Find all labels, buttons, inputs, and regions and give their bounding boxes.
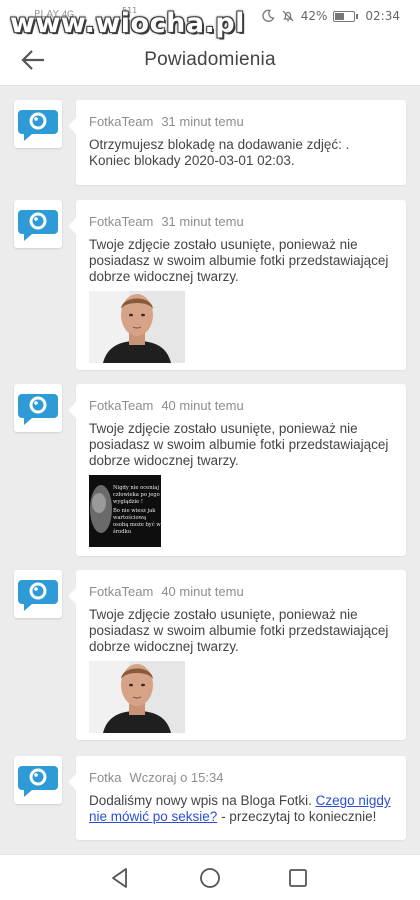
- notification-card[interactable]: Fotka Wczoraj o 15:34 Dodaliśmy nowy wpis…: [68, 756, 406, 840]
- system-nav-bar: [0, 854, 420, 900]
- mute-bell-icon: [282, 10, 294, 22]
- fotka-logo-icon: [18, 110, 58, 141]
- quote-photo-image: Nigdy nie oceniaj człowieka po jego wygl…: [89, 475, 161, 547]
- page-title: Powiadomienia: [144, 49, 276, 70]
- notification-message: Otrzymujesz blokadę na dodawanie zdjęć: …: [89, 137, 350, 168]
- removed-photo-thumbnail[interactable]: [89, 291, 185, 363]
- notifications-list[interactable]: FotkaTeam 31 minut temu Otrzymujesz bloka…: [0, 86, 420, 854]
- notification-card[interactable]: FotkaTeam 31 minut temu Otrzymujesz bloka…: [68, 100, 406, 185]
- nav-back-button[interactable]: [106, 864, 134, 892]
- notification-time: 31 minut temu: [161, 114, 244, 129]
- notification-message: Twoje zdjęcie zostało usunięte, ponieważ…: [89, 421, 389, 468]
- portrait-photo-image: [89, 661, 185, 733]
- back-triangle-icon: [112, 868, 127, 888]
- message-text-after: - przeczytaj to koniecznie!: [217, 809, 377, 824]
- removed-photo-thumbnail[interactable]: [89, 661, 185, 733]
- app-header: Powiadomienia: [0, 34, 420, 86]
- fotka-logo-icon: [18, 210, 58, 241]
- svg-text:osobą może być w: osobą może być w: [113, 521, 161, 528]
- fotka-logo-avatar: [14, 100, 62, 148]
- status-icons: 42% 02:34: [261, 9, 400, 23]
- watermark-logo: www.wiocha.pl: [10, 8, 245, 39]
- notification-meta: FotkaTeam 31 minut temu: [89, 114, 392, 129]
- fotka-logo-icon: [18, 580, 58, 611]
- nav-recents-button[interactable]: [284, 864, 312, 892]
- moon-icon: [262, 9, 275, 22]
- battery-level-fill: [335, 12, 344, 20]
- recents-square-icon: [289, 869, 307, 887]
- svg-text:człowieka po jego: człowieka po jego: [113, 492, 160, 498]
- notification-message: Twoje zdjęcie zostało usunięte, ponieważ…: [89, 237, 389, 284]
- svg-text:wartościową: wartościową: [113, 514, 146, 521]
- svg-text:wyglądzie !: wyglądzie !: [113, 499, 143, 505]
- sender-name: FotkaTeam: [89, 584, 154, 599]
- clock: 02:34: [365, 9, 400, 23]
- notification-message: Dodaliśmy nowy wpis na Bloga Fotki. Czeg…: [89, 793, 392, 825]
- notification-time: 40 minut temu: [161, 398, 244, 413]
- svg-text:środku: środku: [113, 528, 132, 535]
- fotka-logo-avatar: [14, 200, 62, 248]
- notification-meta: FotkaTeam 40 minut temu: [89, 398, 392, 413]
- notification-time: Wczoraj o 15:34: [129, 770, 224, 785]
- notification-time: 31 minut temu: [161, 214, 244, 229]
- battery-icon: [333, 10, 359, 22]
- notification-meta: FotkaTeam 40 minut temu: [89, 584, 392, 599]
- notification-time: 40 minut temu: [161, 584, 244, 599]
- fotka-logo-avatar: [14, 756, 62, 804]
- removed-photo-thumbnail[interactable]: Nigdy nie oceniaj człowieka po jego wygl…: [89, 475, 161, 547]
- notification-meta: FotkaTeam 31 minut temu: [89, 214, 392, 229]
- notification-message: Twoje zdjęcie zostało usunięte, ponieważ…: [89, 607, 389, 654]
- fotka-logo-icon: [18, 766, 58, 797]
- sender-name: Fotka: [89, 770, 122, 785]
- fotka-logo-avatar: [14, 570, 62, 618]
- fotka-logo-icon: [18, 394, 58, 425]
- portrait-photo-image: [89, 291, 185, 363]
- message-text: Dodaliśmy nowy wpis na Bloga Fotki.: [89, 793, 316, 808]
- sender-name: FotkaTeam: [89, 214, 154, 229]
- fotka-logo-avatar: [14, 384, 62, 432]
- sender-name: FotkaTeam: [89, 114, 154, 129]
- svg-text:Nigdy nie oceniaj: Nigdy nie oceniaj: [113, 485, 159, 491]
- sender-name: FotkaTeam: [89, 398, 154, 413]
- notification-meta: Fotka Wczoraj o 15:34: [89, 770, 392, 785]
- home-circle-icon: [200, 868, 220, 888]
- nav-home-button[interactable]: [196, 864, 224, 892]
- notification-card[interactable]: FotkaTeam 40 minut temu Twoje zdjęcie zos…: [68, 570, 406, 740]
- svg-text:Bo nie wiesz jak: Bo nie wiesz jak: [113, 508, 156, 514]
- battery-percent: 42%: [300, 9, 328, 23]
- notification-card[interactable]: FotkaTeam 31 minut temu Twoje zdjęcie zos…: [68, 200, 406, 370]
- notification-card[interactable]: FotkaTeam 40 minut temu Twoje zdjęcie zos…: [68, 384, 406, 556]
